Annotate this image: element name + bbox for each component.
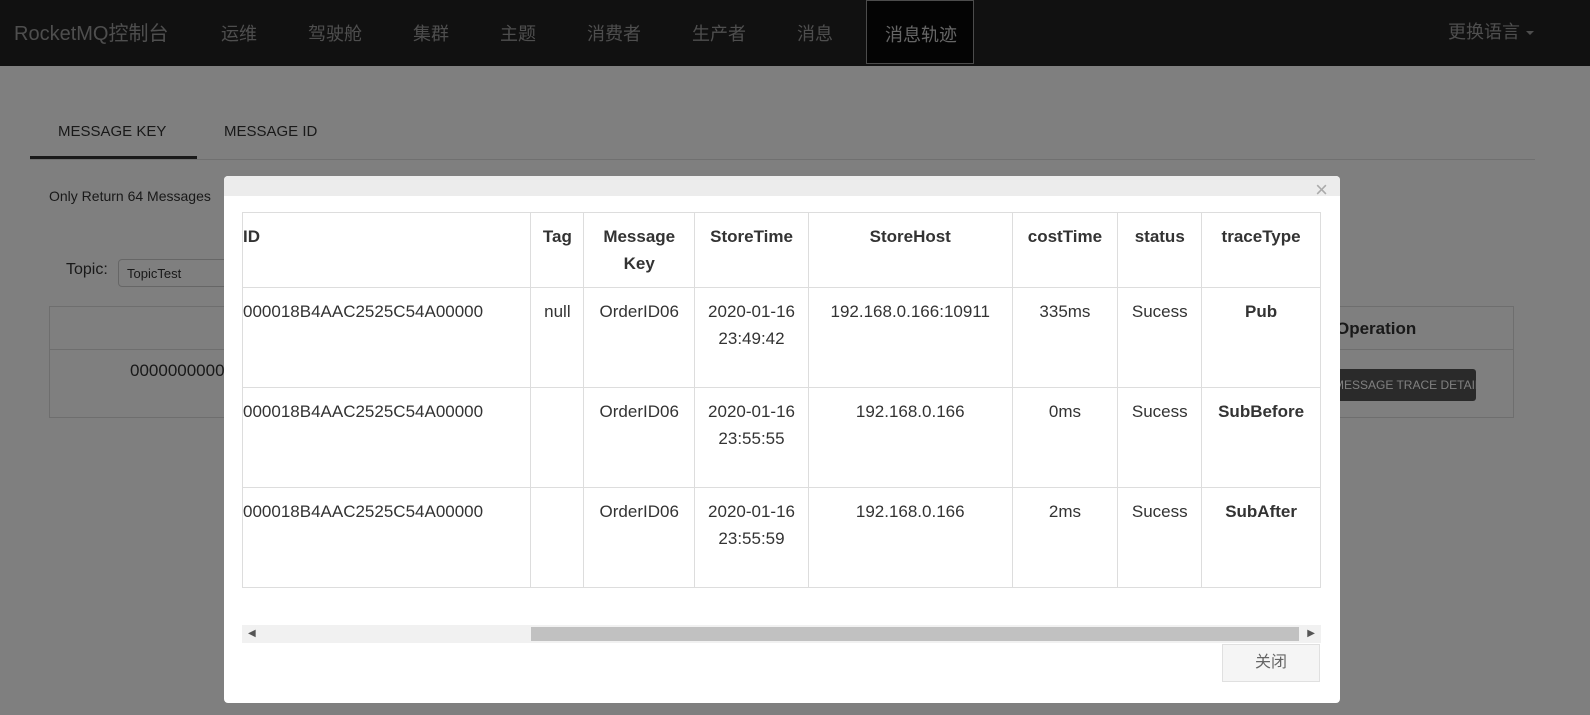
- cell-message-key: OrderID06: [583, 487, 696, 588]
- cell-status: Sucess: [1117, 387, 1203, 488]
- trace-detail-dialog: × ID Tag Message Key StoreTime StoreHost…: [224, 176, 1340, 703]
- cell-tag: [530, 487, 585, 588]
- cell-cost-time: 2ms: [1011, 487, 1119, 588]
- cell-store-host: 192.168.0.166: [807, 487, 1013, 588]
- cell-store-host: 192.168.0.166:10911: [807, 287, 1013, 388]
- cell-cost-time: 335ms: [1011, 287, 1119, 388]
- cell-id: 000018B4AAC2525C54A00000: [242, 287, 532, 388]
- cell-tag: null: [530, 287, 585, 388]
- trace-table: ID Tag Message Key StoreTime StoreHost c…: [242, 212, 1321, 588]
- table-row: 000018B4AAC2525C54A00000 OrderID06 2020-…: [242, 387, 1321, 488]
- col-header-id: ID: [242, 212, 532, 288]
- col-header-message-key: Message Key: [583, 212, 696, 288]
- col-header-tag: Tag: [530, 212, 585, 288]
- cell-id: 000018B4AAC2525C54A00000: [242, 487, 532, 588]
- table-row: 000018B4AAC2525C54A00000 OrderID06 2020-…: [242, 487, 1321, 588]
- cell-id: 000018B4AAC2525C54A00000: [242, 387, 532, 488]
- cell-trace-type: SubBefore: [1201, 387, 1321, 488]
- cell-trace-type: SubAfter: [1201, 487, 1321, 588]
- col-header-status: status: [1117, 212, 1203, 288]
- col-header-store-host: StoreHost: [807, 212, 1013, 288]
- col-header-trace-type: traceType: [1201, 212, 1321, 288]
- cell-trace-type: Pub: [1201, 287, 1321, 388]
- cell-message-key: OrderID06: [583, 287, 696, 388]
- cell-status: Sucess: [1117, 487, 1203, 588]
- dialog-header: ×: [224, 176, 1340, 201]
- close-button[interactable]: 关闭: [1222, 644, 1320, 682]
- table-row: 000018B4AAC2525C54A00000 null OrderID06 …: [242, 287, 1321, 388]
- close-icon[interactable]: ×: [1315, 179, 1328, 201]
- scroll-right-arrow-icon[interactable]: ▶: [1307, 628, 1315, 639]
- horizontal-scrollbar[interactable]: ◀ ▶: [242, 625, 1321, 643]
- col-header-cost-time: costTime: [1011, 212, 1119, 288]
- scroll-left-arrow-icon[interactable]: ◀: [248, 628, 256, 639]
- cell-store-host: 192.168.0.166: [807, 387, 1013, 488]
- cell-store-time: 2020-01-16 23:49:42: [694, 287, 809, 388]
- cell-store-time: 2020-01-16 23:55:59: [694, 487, 809, 588]
- cell-status: Sucess: [1117, 287, 1203, 388]
- cell-message-key: OrderID06: [583, 387, 696, 488]
- cell-tag: [530, 387, 585, 488]
- cell-cost-time: 0ms: [1011, 387, 1119, 488]
- trace-table-header-row: ID Tag Message Key StoreTime StoreHost c…: [242, 212, 1321, 288]
- scrollbar-thumb[interactable]: [531, 627, 1299, 641]
- cell-store-time: 2020-01-16 23:55:55: [694, 387, 809, 488]
- col-header-store-time: StoreTime: [694, 212, 809, 288]
- trace-table-scroll-area[interactable]: ID Tag Message Key StoreTime StoreHost c…: [242, 212, 1321, 622]
